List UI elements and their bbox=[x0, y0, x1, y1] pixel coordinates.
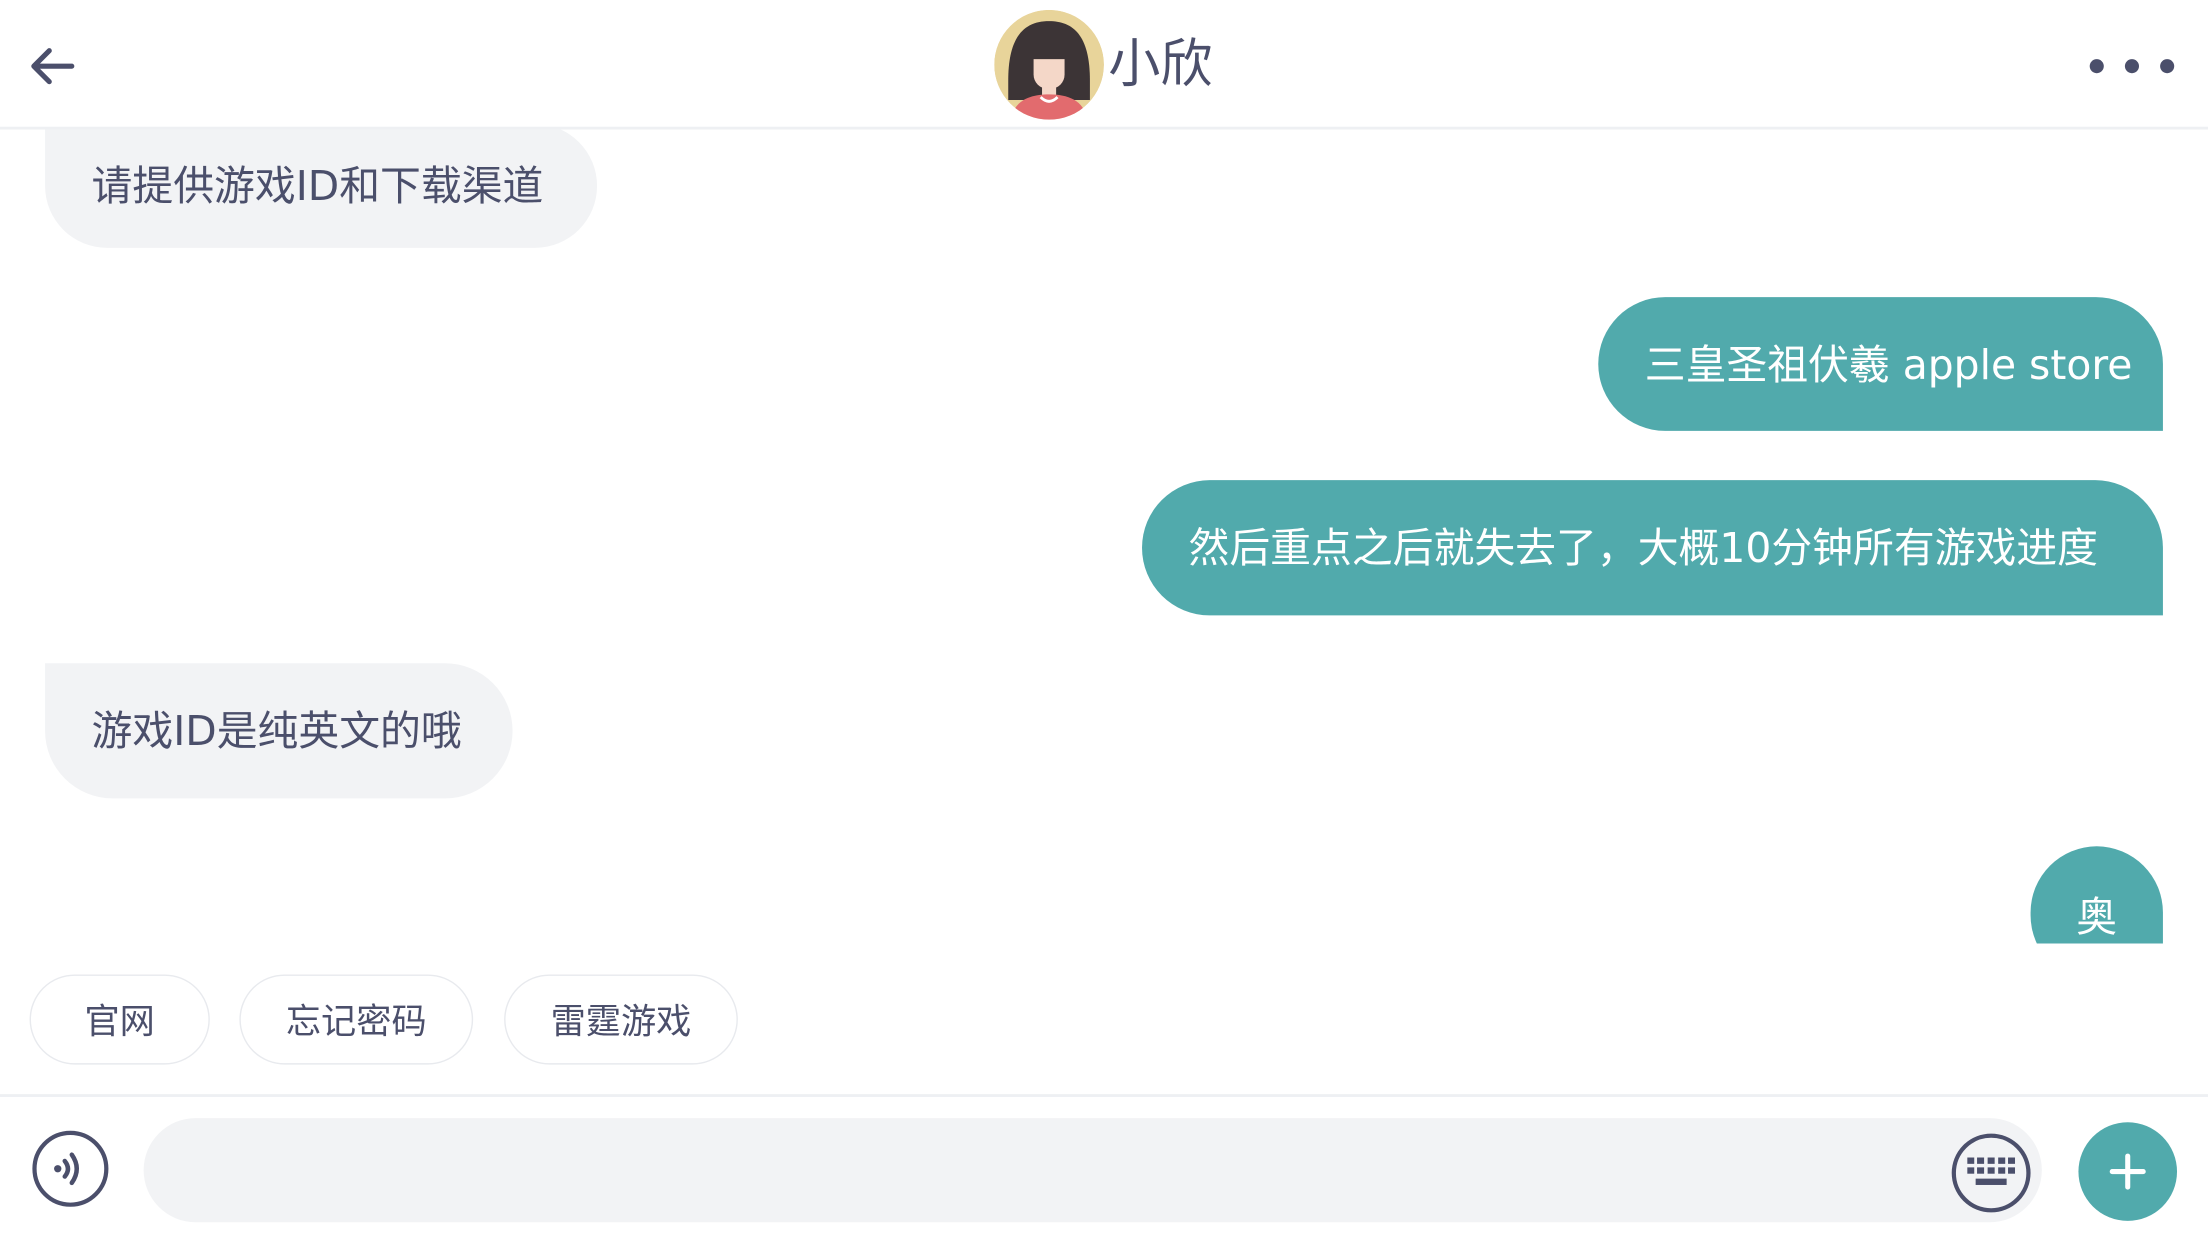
avatar-girl-icon bbox=[994, 9, 1104, 120]
quick-reply-official-site[interactable]: 官网 bbox=[29, 974, 210, 1065]
avatar[interactable] bbox=[994, 9, 1104, 120]
message-text: 三皇圣祖伏羲 apple store bbox=[1644, 340, 2133, 388]
ellipsis-icon-dot bbox=[2089, 59, 2104, 74]
message-bubble-user: 然后重点之后就失去了，大概10分钟所有游戏进度 bbox=[1142, 480, 2163, 616]
page-title: 小欣 bbox=[1108, 33, 1213, 95]
voice-input-button[interactable] bbox=[32, 1130, 109, 1207]
message-bubble-agent: 游戏ID是纯英文的哦 bbox=[45, 663, 513, 799]
message-list[interactable]: 请提供游戏ID和下载渠道 三皇圣祖伏羲 apple store 然后重点之后就失… bbox=[0, 129, 2208, 944]
chat-screen: 小欣 请提供游戏ID和下载渠道 三皇圣祖伏羲 apple store 然后重点之… bbox=[0, 0, 2208, 1242]
plus-icon bbox=[2109, 1153, 2146, 1190]
message-bubble-user: 奥 bbox=[2030, 846, 2163, 944]
add-attachment-button[interactable] bbox=[2078, 1122, 2178, 1221]
ellipsis-icon-dot bbox=[2160, 59, 2175, 74]
back-button[interactable] bbox=[20, 34, 85, 99]
keyboard-icon bbox=[1967, 1157, 2016, 1185]
quick-reply-forgot-password[interactable]: 忘记密码 bbox=[239, 974, 474, 1065]
arrow-left-icon bbox=[31, 48, 75, 85]
keyboard-toggle-button[interactable] bbox=[1951, 1133, 2031, 1213]
voice-wave-icon bbox=[54, 1152, 79, 1186]
message-text: 奥 bbox=[2076, 892, 2118, 941]
quick-reply-thunder-games[interactable]: 雷霆游戏 bbox=[504, 974, 738, 1065]
header-bar: 小欣 bbox=[0, 0, 2208, 130]
input-bar bbox=[0, 1094, 2208, 1242]
ellipsis-icon-dot bbox=[2124, 59, 2139, 74]
message-text: 然后重点之后就失去了，大概10分钟所有游戏进度 bbox=[1188, 523, 2099, 572]
message-input[interactable] bbox=[143, 1118, 2042, 1223]
message-text: 游戏ID是纯英文的哦 bbox=[91, 706, 462, 755]
message-text: 请提供游戏ID和下载渠道 bbox=[91, 161, 544, 210]
more-options-button[interactable] bbox=[2089, 42, 2175, 90]
message-bubble-agent: 请提供游戏ID和下载渠道 bbox=[45, 129, 598, 248]
message-bubble-user: 三皇圣祖伏羲 apple store bbox=[1598, 297, 2163, 431]
